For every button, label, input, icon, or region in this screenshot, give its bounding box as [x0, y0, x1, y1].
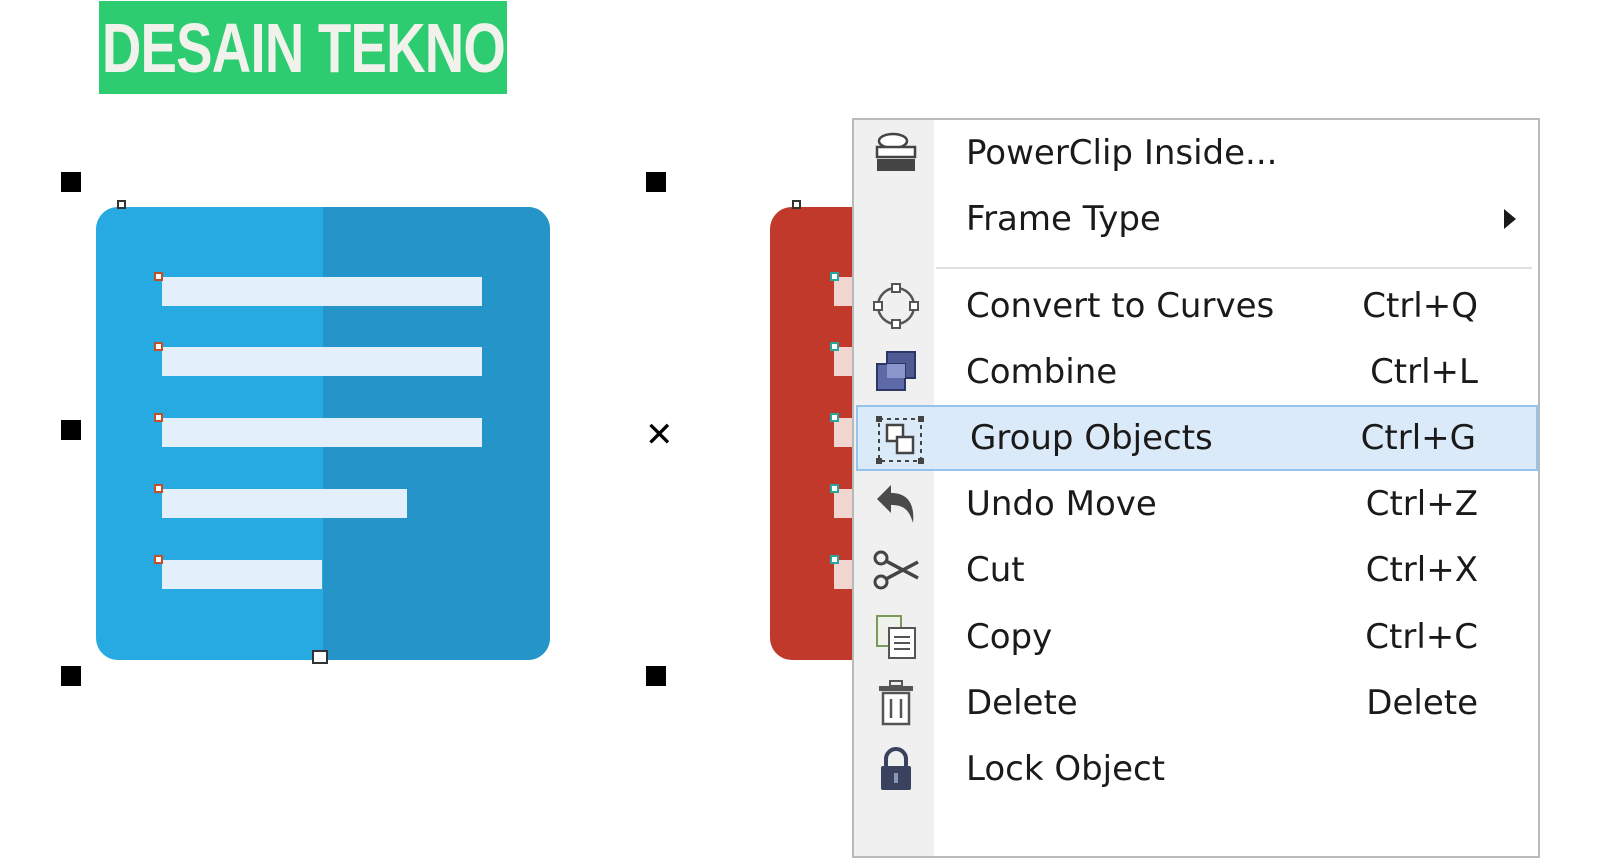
curve-node[interactable]	[312, 650, 328, 664]
list-bar	[162, 277, 482, 306]
rotation-center-icon[interactable]: ✕	[645, 418, 674, 452]
group-icon	[874, 416, 926, 464]
menu-item-label: Undo Move	[966, 484, 1157, 524]
blue-list-icon-object[interactable]	[96, 207, 550, 660]
convert-curves-icon	[870, 283, 922, 329]
menu-item-label: Convert to Curves	[966, 286, 1275, 326]
menu-item-convert-to-curves[interactable]: Convert to Curves Ctrl+Q	[854, 273, 1538, 339]
menu-item-combine[interactable]: Combine Ctrl+L	[854, 339, 1538, 405]
menu-item-shortcut: Ctrl+Q	[1362, 286, 1478, 326]
curve-node[interactable]	[154, 484, 163, 493]
menu-item-label: Cut	[966, 550, 1025, 590]
curve-node[interactable]	[154, 272, 163, 281]
menu-item-group-objects[interactable]: Group Objects Ctrl+G	[856, 405, 1538, 471]
list-bar	[162, 489, 407, 518]
menu-item-delete[interactable]: Delete Delete	[854, 670, 1538, 736]
selection-handle-middle-left[interactable]	[61, 420, 81, 440]
curve-node[interactable]	[830, 484, 839, 493]
menu-item-frame-type[interactable]: Frame Type	[854, 186, 1538, 252]
selection-handle-top-left[interactable]	[61, 172, 81, 192]
menu-item-lock-object[interactable]: Lock Object	[854, 736, 1538, 802]
combine-icon	[870, 349, 922, 395]
menu-item-label: Lock Object	[966, 749, 1166, 789]
menu-item-label: Frame Type	[966, 199, 1161, 239]
menu-item-label: Copy	[966, 617, 1053, 657]
selection-handle-bottom-right[interactable]	[646, 666, 666, 686]
menu-item-shortcut: Delete	[1366, 683, 1478, 723]
menu-item-label: Delete	[966, 683, 1078, 723]
curve-node[interactable]	[154, 555, 163, 564]
selection-handle-top-right[interactable]	[646, 172, 666, 192]
menu-item-shortcut: Ctrl+C	[1365, 617, 1478, 657]
menu-item-undo-move[interactable]: Undo Move Ctrl+Z	[854, 471, 1538, 537]
curve-node[interactable]	[792, 200, 801, 209]
curve-node[interactable]	[830, 413, 839, 422]
curve-node[interactable]	[830, 272, 839, 281]
powerclip-icon	[870, 130, 922, 176]
menu-item-shortcut: Ctrl+G	[1360, 418, 1476, 458]
submenu-arrow-icon	[1504, 209, 1516, 229]
menu-item-shortcut: Ctrl+X	[1365, 550, 1478, 590]
selection-handle-bottom-left[interactable]	[61, 666, 81, 686]
curve-node[interactable]	[154, 342, 163, 351]
undo-icon	[870, 481, 922, 527]
logo-text: DESAIN TEKNO	[101, 8, 505, 87]
menu-separator	[936, 267, 1532, 269]
curve-node[interactable]	[830, 555, 839, 564]
curve-node[interactable]	[154, 413, 163, 422]
list-bar	[162, 418, 482, 447]
copy-icon	[870, 614, 922, 660]
menu-item-copy[interactable]: Copy Ctrl+C	[854, 604, 1538, 670]
list-bar	[162, 347, 482, 376]
context-menu: PowerClip Inside... Frame Type Convert t…	[852, 118, 1540, 858]
desain-tekno-logo: DESAIN TEKNO	[99, 1, 507, 94]
menu-item-label: PowerClip Inside...	[966, 133, 1278, 173]
curve-node[interactable]	[830, 342, 839, 351]
menu-item-shortcut: Ctrl+Z	[1365, 484, 1478, 524]
scissors-icon	[870, 547, 922, 593]
menu-item-shortcut: Ctrl+L	[1370, 352, 1478, 392]
menu-item-powerclip-inside[interactable]: PowerClip Inside...	[854, 120, 1538, 186]
lock-icon	[870, 746, 922, 792]
menu-item-label: Combine	[966, 352, 1118, 392]
trash-icon	[870, 680, 922, 726]
list-bar	[162, 560, 322, 589]
menu-item-label: Group Objects	[970, 418, 1213, 458]
curve-node[interactable]	[117, 200, 126, 209]
menu-item-cut[interactable]: Cut Ctrl+X	[854, 537, 1538, 603]
